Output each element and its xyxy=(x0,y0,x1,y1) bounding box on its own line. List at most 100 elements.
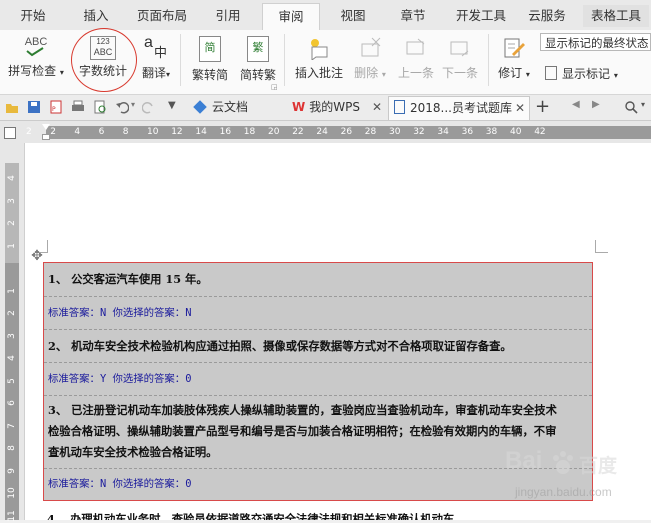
delete-label: 删除 xyxy=(354,66,379,80)
ruler-tick-label: 38 xyxy=(485,127,498,137)
insert-comment-button[interactable]: 插入批注 xyxy=(292,36,346,81)
previous-comment-button[interactable]: 上一条 xyxy=(396,36,436,81)
previous-comment-icon xyxy=(404,36,428,60)
ruler-tick-label: 42 xyxy=(534,127,546,137)
left-indent-marker[interactable] xyxy=(42,134,50,140)
menu-tab-view[interactable]: 视图 xyxy=(330,5,376,27)
group-expand-icon[interactable]: ◲ xyxy=(271,83,278,91)
ruler-tick-label: 4 xyxy=(74,127,81,137)
ruler-tick-label: 3 xyxy=(7,197,17,204)
close-tab-icon[interactable]: ✕ xyxy=(372,96,382,119)
ruler-tick-label: 4 xyxy=(7,175,17,181)
delete-comment-button[interactable]: 删除 ▾ xyxy=(348,36,392,81)
ruler-tick-label: 1 xyxy=(7,287,17,294)
answer-row[interactable]: 标准答案：N 你选择的答案：N xyxy=(44,297,592,330)
ruler-tick-label: 3 xyxy=(7,332,17,339)
menu-tab-cloud[interactable]: 云服务 xyxy=(522,5,572,27)
ruler-tick-label: 32 xyxy=(413,127,425,137)
ruler-tick-label: 34 xyxy=(437,127,449,137)
translate-dropdown-icon[interactable]: ▾ xyxy=(166,70,170,79)
show-markup-label: 显示标记 xyxy=(562,67,611,81)
doc-tab-label: 2018...员考试题库 xyxy=(410,101,512,115)
menu-tab-table-tools[interactable]: 表格工具 xyxy=(583,5,649,27)
tab-scroll-right-icon[interactable]: ▶ xyxy=(592,99,600,110)
ruler-tick-label: 2 xyxy=(7,310,17,316)
ruler-tick-label: 26 xyxy=(340,127,353,137)
ribbon-separator xyxy=(488,34,489,86)
ruler-tick-label: 8 xyxy=(7,445,17,451)
close-tab-icon[interactable]: ✕ xyxy=(515,97,525,120)
doc-tab-label: 我的WPS xyxy=(309,100,360,114)
markup-display-select[interactable]: 显示标记的最终状态 xyxy=(540,33,651,51)
delete-dropdown-icon[interactable]: ▾ xyxy=(382,70,386,79)
tab-stop-selector[interactable] xyxy=(4,127,16,139)
print-icon[interactable] xyxy=(71,100,85,114)
undo-icon[interactable] xyxy=(115,100,129,114)
customize-toolbar-icon[interactable]: ▼ xyxy=(168,100,176,111)
menu-tab-home[interactable]: 开始 xyxy=(10,5,56,27)
ruler-tick-label: 12 xyxy=(171,127,183,137)
menu-tab-insert[interactable]: 插入 xyxy=(73,5,119,27)
to-simplified-button[interactable]: 简 繁转简 xyxy=(188,36,232,83)
redo-icon[interactable] xyxy=(142,100,156,114)
ruler-tick-label: 10 xyxy=(7,487,17,499)
ruler-tick-label: 30 xyxy=(389,127,401,137)
ruler-tick-label: 11 xyxy=(7,509,17,522)
vertical-ruler: 4 3 2 1 1 2 3 4 5 6 7 8 9 10 11 xyxy=(0,143,25,522)
show-markup-dropdown-icon[interactable]: ▾ xyxy=(614,71,618,80)
insert-comment-icon xyxy=(307,36,331,61)
spellcheck-button[interactable]: ABC 拼写检查 ▾ xyxy=(6,36,66,79)
insert-comment-label: 插入批注 xyxy=(294,66,343,80)
track-changes-dropdown-icon[interactable]: ▾ xyxy=(526,70,530,79)
print-preview-icon[interactable] xyxy=(93,100,107,114)
export-pdf-icon[interactable]: P xyxy=(49,100,63,114)
track-changes-label: 修订 xyxy=(498,66,523,80)
ruler-tick-label: 28 xyxy=(364,127,377,137)
save-icon[interactable] xyxy=(27,100,41,114)
undo-dropdown-icon[interactable]: ▾ xyxy=(131,100,135,109)
ruler-tick-label: 18 xyxy=(243,127,256,137)
track-changes-icon xyxy=(502,36,526,60)
answer-row[interactable]: 标准答案：Y 你选择的答案：0 xyxy=(44,363,592,396)
watermark-brand2: 百度 xyxy=(579,455,618,477)
open-folder-icon[interactable] xyxy=(5,100,19,114)
next-comment-button[interactable]: 下一条 xyxy=(440,36,480,81)
menu-tab-references[interactable]: 引用 xyxy=(205,5,251,27)
ruler-tick-label: 2 xyxy=(50,127,56,137)
to-traditional-icon: 繁 xyxy=(247,36,269,62)
search-dropdown-icon[interactable]: ▾ xyxy=(641,100,645,109)
ruler-tick-label: 14 xyxy=(195,127,207,137)
ruler-tick-label: 6 xyxy=(7,400,17,406)
question-row[interactable]: 2、 机动车安全技术检验机构应通过拍照、摄像或保存数据等方式对不合格项取证留存备… xyxy=(44,330,592,363)
doc-tab-cloud[interactable]: 云文档 xyxy=(190,96,282,119)
review-ribbon: ABC 拼写检查 ▾ 123 ABC 字数统计 a 中 翻译▾ 简 繁转简 繁 … xyxy=(0,28,651,95)
track-changes-button[interactable]: 修订 ▾ xyxy=(494,36,534,81)
first-line-indent-marker[interactable] xyxy=(42,124,50,130)
menu-tab-review[interactable]: 审阅 xyxy=(262,3,320,31)
spellcheck-label: 拼写检查 xyxy=(8,64,57,78)
to-traditional-label: 简转繁 xyxy=(239,68,276,82)
question-row[interactable]: 1、 公交客运汽车使用 15 年。 xyxy=(44,263,592,297)
new-tab-icon[interactable]: + xyxy=(535,96,550,117)
to-simplified-icon: 简 xyxy=(199,36,221,62)
to-simplified-label: 繁转简 xyxy=(191,68,228,82)
next-comment-icon xyxy=(448,36,472,60)
menu-tab-page-layout[interactable]: 页面布局 xyxy=(131,5,193,27)
ruler-band xyxy=(5,263,19,520)
show-markup-button[interactable]: 显示标记 ▾ xyxy=(545,65,649,83)
document-icon xyxy=(394,100,405,114)
doc-tab-exam-bank[interactable]: 2018...员考试题库 ✕ xyxy=(388,96,530,120)
doc-tab-my-wps[interactable]: W 我的WPS ✕ xyxy=(288,96,384,119)
menu-tab-sections[interactable]: 章节 xyxy=(390,5,436,27)
to-traditional-button[interactable]: 繁 简转繁 xyxy=(236,36,280,83)
spellcheck-dropdown-icon[interactable]: ▾ xyxy=(60,68,64,77)
translate-button[interactable]: a 中 翻译▾ xyxy=(136,34,176,81)
cloud-docs-icon xyxy=(193,100,207,114)
search-icon[interactable] xyxy=(624,100,638,114)
question-line: 3、 已注册登记机动车加装肢体残疾人操纵辅助装置的，查验岗应当查验机动车，审查机… xyxy=(48,403,557,417)
menu-tab-developer[interactable]: 开发工具 xyxy=(451,5,511,27)
ruler-tick-label: 6 xyxy=(98,127,105,137)
ruler-tick-label: 2 xyxy=(26,127,32,137)
tab-scroll-left-icon[interactable]: ◀ xyxy=(572,99,580,110)
translate-label: 翻译 xyxy=(141,66,166,80)
